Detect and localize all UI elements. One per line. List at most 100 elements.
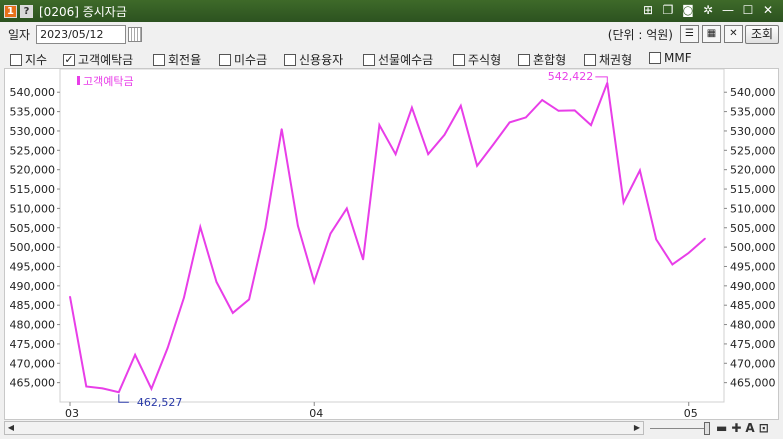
table-view-icon[interactable]: ☰ bbox=[680, 25, 699, 43]
zoom-slider-handle[interactable] bbox=[704, 422, 710, 435]
font-size-icon[interactable]: A bbox=[745, 421, 754, 435]
date-label: 일자 bbox=[8, 27, 31, 42]
data-point bbox=[264, 226, 267, 229]
y-tick-label-right: 470,000 bbox=[730, 357, 776, 370]
checkbox-receivables[interactable]: 미수금 bbox=[219, 51, 267, 68]
y-tick-label-left: 490,000 bbox=[10, 280, 56, 293]
chart-view-icon[interactable]: ✕ bbox=[724, 25, 743, 43]
y-tick-label-right: 520,000 bbox=[730, 164, 776, 177]
y-tick-label-left: 535,000 bbox=[10, 106, 56, 119]
data-point bbox=[69, 295, 71, 298]
window-title: [0206] 증시자금 bbox=[39, 4, 127, 19]
legend-swatch bbox=[77, 76, 80, 85]
checkbox-box[interactable] bbox=[219, 53, 231, 66]
series-selector: 지수 ✓ 고객예탁금 회전율 미수금 신용융자 선물예수금 주식형 혼합형 채권… bbox=[0, 47, 783, 69]
calendar-icon[interactable] bbox=[128, 26, 143, 42]
data-point bbox=[671, 263, 674, 266]
data-point bbox=[590, 124, 592, 126]
data-point bbox=[199, 226, 202, 228]
unit-label: (단위 : 억원) bbox=[607, 27, 673, 42]
data-point bbox=[378, 124, 381, 126]
data-point bbox=[345, 207, 348, 210]
scroll-left-icon[interactable]: ◀ bbox=[5, 422, 17, 434]
checkbox-mmf[interactable]: MMF bbox=[649, 51, 692, 65]
checkbox-box[interactable] bbox=[584, 53, 596, 66]
horizontal-scrollbar[interactable]: ◀ ▶ bbox=[4, 421, 644, 435]
data-point bbox=[622, 201, 625, 204]
y-tick-label-right: 505,000 bbox=[730, 222, 776, 235]
checkbox-label: 회전율 bbox=[168, 53, 202, 67]
data-point bbox=[541, 99, 543, 101]
close-icon[interactable]: ✕ bbox=[761, 3, 775, 17]
checkbox-box[interactable] bbox=[649, 52, 661, 64]
camera-icon[interactable]: ◙ bbox=[681, 3, 695, 17]
data-point bbox=[362, 258, 364, 261]
x-tick-label: 03 bbox=[65, 407, 79, 419]
checkbox-box[interactable] bbox=[453, 53, 465, 66]
data-point bbox=[313, 281, 316, 283]
checkbox-mixed-fund[interactable]: 혼합형 bbox=[518, 51, 566, 68]
zoom-in-icon[interactable]: ✚ bbox=[731, 421, 741, 435]
scroll-right-icon[interactable]: ▶ bbox=[631, 422, 643, 434]
checkbox-futures-deposit[interactable]: 선물예수금 bbox=[363, 51, 433, 68]
export-icon[interactable]: ▦ bbox=[702, 25, 721, 43]
checkbox-credit-loan[interactable]: 신용융자 bbox=[284, 51, 343, 68]
data-point bbox=[394, 153, 397, 155]
data-point bbox=[248, 298, 250, 301]
checkbox-index[interactable]: 지수 bbox=[10, 51, 47, 68]
checkbox-bond-fund[interactable]: 채권형 bbox=[584, 51, 632, 68]
y-tick-label-left: 470,000 bbox=[10, 357, 56, 370]
y-tick-label-right: 475,000 bbox=[730, 338, 776, 351]
checkbox-turnover[interactable]: 회전율 bbox=[153, 51, 201, 68]
data-point bbox=[427, 153, 430, 155]
data-point bbox=[492, 143, 495, 146]
data-point bbox=[525, 116, 527, 119]
data-point bbox=[297, 225, 299, 227]
help-icon[interactable]: ? bbox=[20, 4, 33, 18]
y-tick-label-left: 495,000 bbox=[10, 260, 56, 273]
y-tick-label-left: 465,000 bbox=[10, 377, 56, 390]
checkbox-equity-fund[interactable]: 주식형 bbox=[453, 51, 501, 68]
y-tick-label-right: 495,000 bbox=[730, 260, 776, 273]
y-tick-label-right: 540,000 bbox=[730, 86, 776, 99]
data-point bbox=[655, 238, 657, 241]
y-tick-label-right: 530,000 bbox=[730, 125, 776, 138]
legend-label: 고객예탁금 bbox=[83, 75, 134, 88]
checkbox-box[interactable] bbox=[518, 53, 530, 66]
zoom-out-icon[interactable]: ▬ bbox=[716, 421, 727, 435]
y-tick-label-right: 515,000 bbox=[730, 183, 776, 196]
toolbar: 일자 2023/05/12 (단위 : 억원) ☰ ▦ ✕ 조회 bbox=[0, 22, 783, 46]
checkbox-box[interactable] bbox=[284, 53, 296, 66]
y-tick-label-left: 520,000 bbox=[10, 164, 56, 177]
chart-panel[interactable]: 고객예탁금 465,000 470,000 475,000 480,000 485,00… bbox=[4, 68, 779, 420]
copy-icon[interactable]: ❐ bbox=[661, 3, 675, 17]
checkbox-box[interactable] bbox=[363, 53, 375, 66]
data-point bbox=[557, 110, 560, 112]
data-point bbox=[280, 128, 283, 130]
checkbox-label: 미수금 bbox=[234, 53, 268, 67]
y-tick-label-right: 535,000 bbox=[730, 106, 776, 119]
minimize-icon[interactable]: — bbox=[721, 3, 735, 17]
y-tick-label-right: 490,000 bbox=[730, 280, 776, 293]
settings-icon[interactable]: ⊡ bbox=[759, 421, 769, 435]
data-point bbox=[118, 391, 120, 394]
y-tick-label-left: 485,000 bbox=[10, 299, 56, 312]
checkbox-box[interactable] bbox=[10, 53, 22, 66]
lookup-button[interactable]: 조회 bbox=[745, 25, 779, 44]
y-tick-label-left: 475,000 bbox=[10, 338, 56, 351]
checkbox-box[interactable] bbox=[153, 53, 165, 66]
maximize-icon[interactable]: ☐ bbox=[741, 3, 755, 17]
y-tick-label-left: 530,000 bbox=[10, 125, 56, 138]
zoom-track[interactable] bbox=[650, 428, 708, 429]
checkbox-customer-deposit[interactable]: ✓ 고객예탁금 bbox=[63, 51, 133, 68]
screen-number-badge[interactable]: 1 bbox=[4, 4, 17, 18]
date-input[interactable]: 2023/05/12 bbox=[36, 24, 143, 44]
checkbox-label: 고객예탁금 bbox=[78, 53, 134, 67]
y-tick-label-left: 515,000 bbox=[10, 183, 56, 196]
gear-icon[interactable]: ✲ bbox=[701, 3, 715, 17]
data-point bbox=[459, 104, 462, 107]
checkbox-box[interactable]: ✓ bbox=[63, 53, 75, 66]
deposit-line-chart[interactable]: 고객예탁금 465,000 470,000 475,000 480,000 485,00… bbox=[5, 68, 778, 420]
data-point bbox=[329, 232, 332, 235]
pin-icon[interactable]: ⊞ bbox=[641, 3, 655, 17]
